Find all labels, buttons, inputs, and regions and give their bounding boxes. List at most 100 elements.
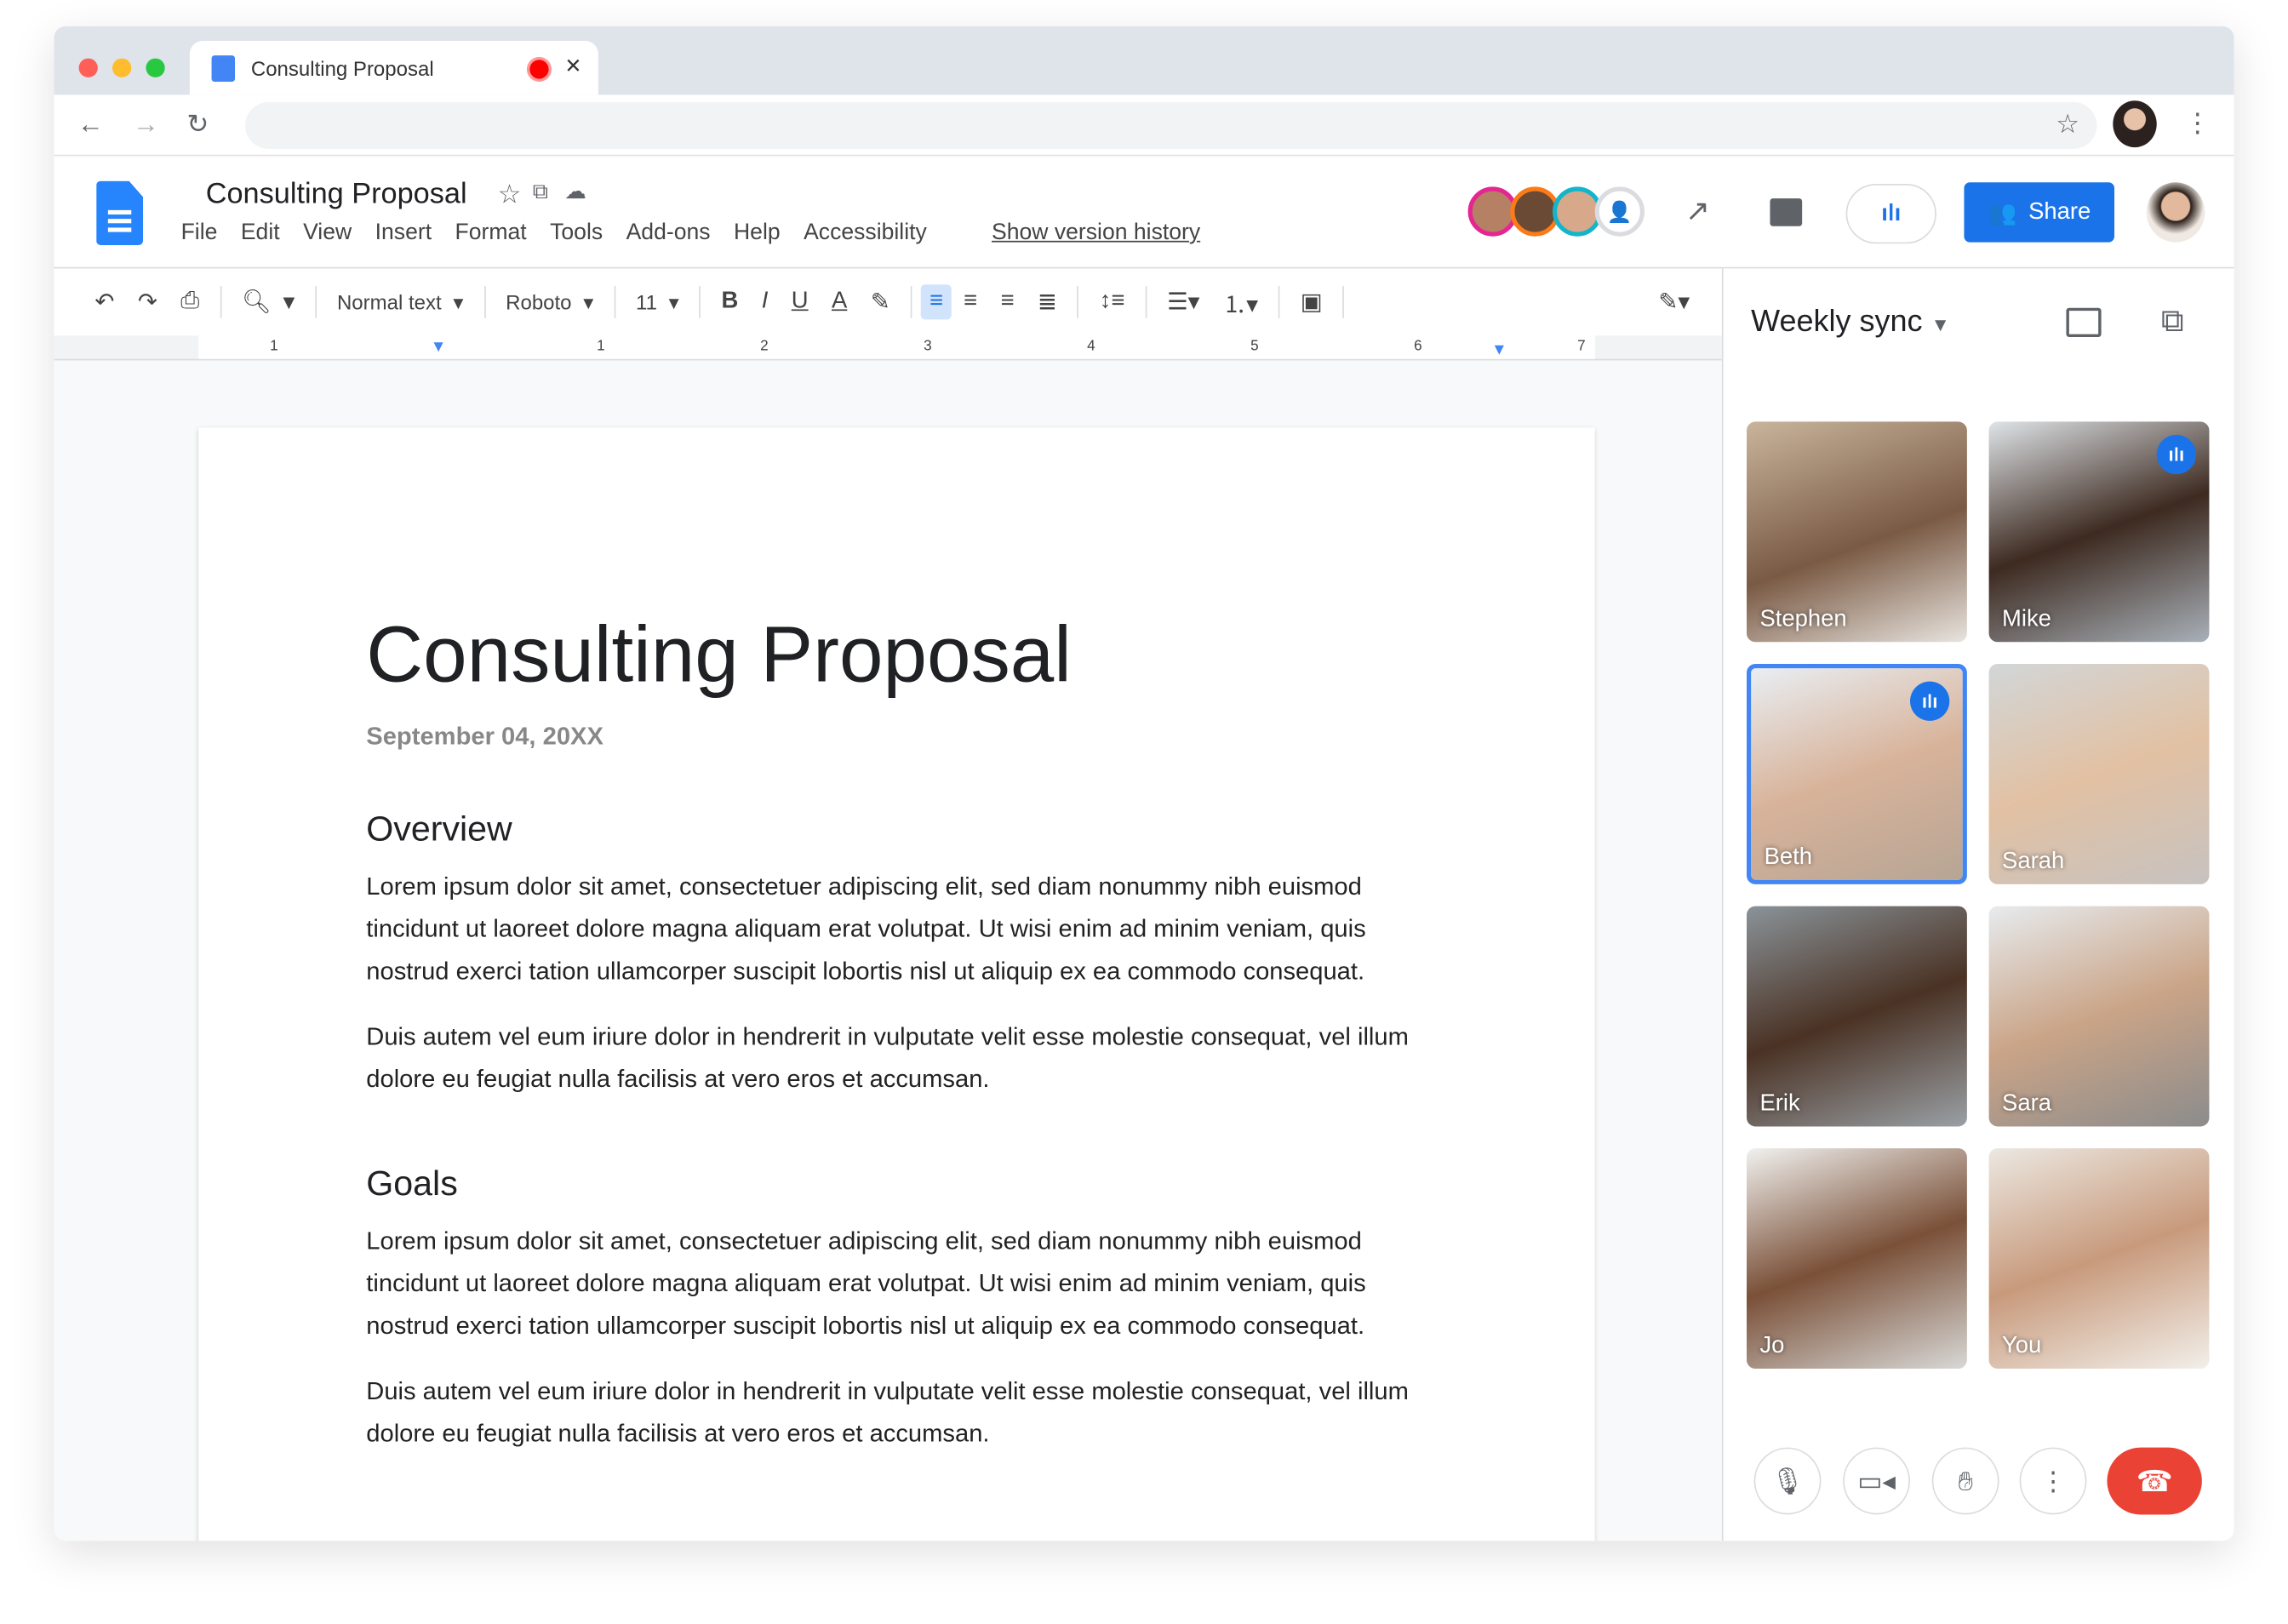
bookmark-star-icon[interactable]: ☆ [2056, 111, 2079, 137]
participant-tile-self[interactable]: You [1988, 1148, 2210, 1370]
menu-view[interactable]: View [303, 220, 352, 245]
menu-format[interactable]: Format [455, 220, 527, 245]
zoom-icon: 🔍︎ [241, 290, 272, 316]
bulleted-list-icon[interactable]: ☰▾ [1155, 288, 1211, 317]
formatting-toolbar: ↶ ↷ ⎙ 🔍︎ ▾ Normal text ▾ Roboto ▾ 11 ▾ B I U… [54, 268, 1721, 335]
redo-icon[interactable]: ↷ [126, 288, 169, 317]
menu-accessibility[interactable]: Accessibility [804, 220, 927, 245]
profile-avatar[interactable] [2113, 100, 2157, 148]
paragraph: Lorem ipsum dolor sit amet, consectetuer… [366, 872, 1366, 986]
font-dropdown[interactable]: Roboto ▾ [494, 289, 605, 314]
reload-icon[interactable]: ↻ [186, 111, 209, 137]
ruler[interactable]: 1 1 2 3 4 5 6 7 ▼ ▼ [54, 335, 1722, 361]
camera-icon: ▭◂ [1857, 1466, 1896, 1495]
ruler-tick: 3 [924, 338, 932, 355]
ruler-tick: 2 [760, 338, 769, 355]
browser-window: Consulting Proposal ✕ ← → ↻ ☆ ⋮ Consulti… [54, 26, 2234, 1541]
camera-button[interactable]: ▭◂ [1843, 1447, 1911, 1515]
meet-chat-avatar-icon[interactable]: 👤 [1594, 186, 1645, 237]
star-icon[interactable]: ☆ [498, 181, 522, 208]
numbered-list-icon[interactable]: ⒈▾ [1211, 284, 1270, 319]
meeting-title-dropdown[interactable]: Weekly sync ▼ [1751, 305, 1949, 340]
docs-favicon-icon [211, 55, 236, 83]
menu-addons[interactable]: Add-ons [626, 220, 711, 245]
comments-icon[interactable] [1770, 198, 1803, 226]
menu-edit[interactable]: Edit [241, 220, 280, 245]
more-menu-icon[interactable]: ⋮ [2184, 110, 2211, 136]
underline-icon[interactable]: U [780, 289, 820, 315]
participant-name: Erik [1759, 1091, 1800, 1117]
meet-panel: Weekly sync ▼ ⧉ Stephen ıǀı Mike ıǀı Beth … [1721, 268, 2234, 1541]
meet-present-button[interactable]: ıǀı [1845, 184, 1936, 244]
line-spacing-icon[interactable]: ↕≡ [1088, 289, 1136, 315]
maximize-window-button[interactable] [146, 58, 165, 77]
style-dropdown[interactable]: Normal text ▾ [325, 289, 475, 314]
participant-name: Sara [2002, 1091, 2051, 1117]
ruler-tick: 6 [1414, 338, 1422, 355]
participant-name: Beth [1764, 844, 1813, 870]
menu-help[interactable]: Help [734, 220, 781, 245]
pop-out-icon[interactable]: ⧉ [2161, 304, 2184, 337]
ruler-tick: 5 [1250, 338, 1259, 355]
participant-tile[interactable]: Erik [1747, 906, 1967, 1127]
align-center-icon[interactable]: ≡ [952, 289, 988, 315]
font-size-dropdown[interactable]: 11 ▾ [624, 289, 690, 314]
close-window-button[interactable] [78, 58, 98, 77]
insert-image-icon[interactable]: ▣ [1289, 288, 1334, 317]
document-page[interactable]: Consulting Proposal September 04, 20XX O… [198, 427, 1595, 1541]
browser-tab[interactable]: Consulting Proposal ✕ [189, 41, 598, 95]
align-right-icon[interactable]: ≡ [989, 289, 1026, 315]
participant-tile[interactable]: Stephen [1747, 421, 1967, 643]
cloud-saved-icon[interactable]: ☁ [564, 181, 586, 203]
highlight-icon[interactable]: ✎ [859, 288, 901, 317]
ruler-tick: 1 [597, 338, 605, 355]
forward-icon[interactable]: → [133, 111, 159, 137]
indent-marker-icon[interactable]: ▼ [431, 339, 447, 357]
end-call-button[interactable]: ☎︎ [2107, 1447, 2202, 1515]
participant-name: Sarah [2002, 849, 2065, 874]
document-title[interactable]: Consulting Proposal [206, 178, 467, 211]
share-button[interactable]: 👥 Share [1964, 182, 2115, 243]
minimize-window-button[interactable] [112, 58, 132, 77]
menu-file[interactable]: File [181, 220, 218, 245]
zoom-dropdown[interactable]: 🔍︎ ▾ [230, 288, 306, 317]
text-color-icon[interactable]: A [820, 289, 859, 315]
menu-insert[interactable]: Insert [375, 220, 432, 245]
back-icon[interactable]: ← [77, 111, 104, 137]
more-options-button[interactable]: ⋮ [2019, 1447, 2087, 1515]
participant-tile[interactable]: Sara [1988, 906, 2210, 1127]
participant-tile-active[interactable]: ıǀı Beth [1747, 664, 1967, 884]
bold-icon[interactable]: B [710, 289, 750, 315]
right-indent-marker-icon[interactable]: ▼ [1491, 341, 1507, 359]
address-input[interactable]: ☆ [245, 102, 2097, 149]
activity-trend-icon[interactable]: ↗ [1685, 197, 1710, 226]
participant-tile[interactable]: Jo [1747, 1148, 1967, 1370]
account-avatar[interactable] [2146, 182, 2205, 243]
version-history-link[interactable]: Show version history [992, 220, 1200, 245]
menu-bar: File Edit View Insert Format Tools Add-ons Help… [181, 220, 1224, 247]
section-heading: Overview [366, 809, 512, 849]
docs-header: Consulting Proposal ☆ ⧉ ☁ File Edit View In… [54, 156, 2234, 269]
pip-icon[interactable] [2066, 307, 2102, 338]
doc-date: September 04, 20XX [366, 722, 603, 751]
speaking-icon: ıǀı [1910, 681, 1950, 721]
undo-icon[interactable]: ↶ [83, 288, 126, 317]
menu-tools[interactable]: Tools [550, 220, 603, 245]
more-vert-icon: ⋮ [2039, 1466, 2067, 1495]
participant-tile[interactable]: Sarah [1988, 664, 2210, 884]
align-left-icon[interactable]: ≡ [920, 284, 952, 320]
raise-hand-button[interactable]: ✋︎ [1931, 1447, 1999, 1515]
docs-logo-icon[interactable] [96, 180, 144, 246]
editing-mode-icon[interactable]: ✎▾ [1647, 288, 1702, 317]
justify-icon[interactable]: ≣ [1026, 288, 1068, 317]
paragraph: Duis autem vel eum iriure dolor in hendr… [366, 1377, 1409, 1448]
participant-tile[interactable]: ıǀı Mike [1988, 421, 2210, 643]
microphone-button[interactable]: 🎙︎ [1753, 1447, 1822, 1515]
move-folder-icon[interactable]: ⧉ [533, 181, 548, 203]
close-tab-icon[interactable]: ✕ [564, 54, 581, 78]
hand-icon: ✋︎ [1958, 1466, 1973, 1495]
ruler-tick: 7 [1577, 338, 1586, 355]
print-icon[interactable]: ⎙ [169, 289, 211, 315]
participant-name: Mike [2002, 607, 2051, 632]
italic-icon[interactable]: I [750, 289, 780, 315]
